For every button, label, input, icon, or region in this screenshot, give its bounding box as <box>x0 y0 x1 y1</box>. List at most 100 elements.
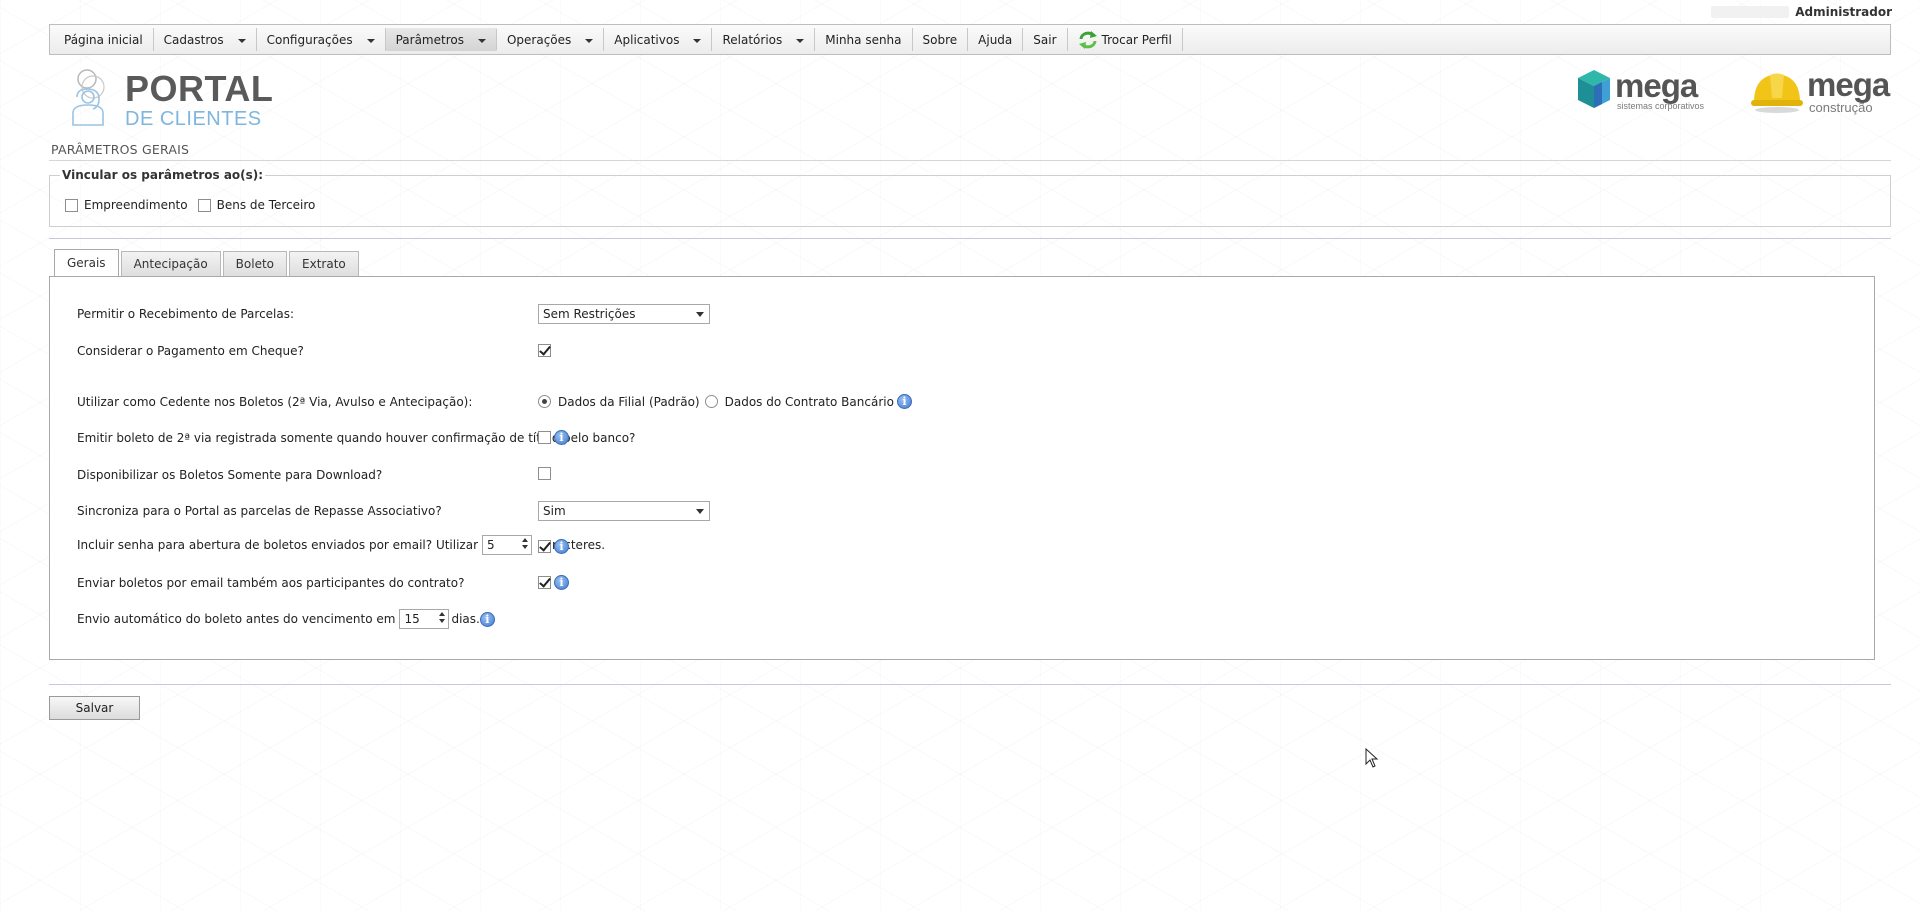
tab-panel-gerais: Permitir o Recebimento de Parcelas: Sem … <box>49 276 1875 660</box>
tab-extrato[interactable]: Extrato <box>289 251 359 276</box>
receive-installments-value: Sem Restrições <box>543 307 636 321</box>
password-length-value: 5 <box>487 538 495 552</box>
menu-sobre[interactable]: Sobre <box>913 28 969 51</box>
portal-logo-title: PORTAL <box>125 68 274 109</box>
user-avatar-placeholder <box>1711 6 1790 18</box>
info-icon[interactable]: i <box>554 539 569 554</box>
assignor-filial-label: Dados da Filial (Padrão) <box>558 394 700 409</box>
auto-send-suffix: dias. <box>451 612 480 626</box>
option-bens-de-terceiro[interactable]: Bens de Terceiro <box>197 198 316 212</box>
title-divider <box>49 160 1891 161</box>
assignor-contrato-radio[interactable] <box>704 395 718 408</box>
stepper-arrows-icon <box>439 612 446 623</box>
email-password-row: Incluir senha para abertura de boletos e… <box>77 535 605 555</box>
save-button[interactable]: Salvar <box>49 696 140 720</box>
menu-aplicativos[interactable]: Aplicativos <box>604 28 713 51</box>
second-copy-checkbox[interactable] <box>538 431 551 444</box>
menu-relatorios-label: Relatórios <box>722 32 783 47</box>
menu-cadastros-label: Cadastros <box>163 32 224 47</box>
chevron-down-icon <box>585 38 594 43</box>
bind-parameters-fieldset: Vincular os parâmetros ao(s): Empreendim… <box>49 168 1891 227</box>
bottom-divider <box>49 684 1891 685</box>
menu-operacoes-label: Operações <box>506 32 572 47</box>
menu-home-label: Página inicial <box>64 32 143 47</box>
menu-cadastros[interactable]: Cadastros <box>154 28 257 51</box>
check-payment-checkbox[interactable] <box>538 344 551 357</box>
chevron-down-icon <box>693 38 702 43</box>
mouse-pointer-icon <box>1365 748 1379 768</box>
receive-installments-label: Permitir o Recebimento de Parcelas: <box>77 307 295 321</box>
check-payment-label: Considerar o Pagamento em Cheque? <box>77 344 304 358</box>
swap-profile-icon <box>1078 30 1097 49</box>
auto-send-days-stepper[interactable]: 15 <box>399 609 450 629</box>
menu-trocar-perfil-label: Trocar Perfil <box>1101 32 1172 47</box>
chevron-down-icon <box>796 38 805 43</box>
tab-gerais[interactable]: Gerais <box>54 249 119 276</box>
auto-send-row: Envio automático do boleto antes do venc… <box>77 609 495 629</box>
menu-sair[interactable]: Sair <box>1023 28 1068 51</box>
tab-boleto[interactable]: Boleto <box>222 251 288 276</box>
menu-sobre-label: Sobre <box>922 32 958 47</box>
menu-configuracoes[interactable]: Configurações <box>257 28 386 51</box>
info-icon[interactable]: i <box>554 430 569 445</box>
chevron-down-icon <box>696 509 704 514</box>
menu-trocar-perfil[interactable]: Trocar Perfil <box>1068 28 1183 51</box>
menu-minha-senha-label: Minha senha <box>825 32 902 47</box>
menu-relatorios[interactable]: Relatórios <box>712 28 816 51</box>
chevron-down-icon <box>477 38 486 43</box>
helmet-icon <box>1751 73 1803 113</box>
menu-home[interactable]: Página inicial <box>54 28 154 51</box>
sync-portal-label: Sincroniza para o Portal as parcelas de … <box>77 504 442 518</box>
menu-ajuda[interactable]: Ajuda <box>968 28 1024 51</box>
menu-configuracoes-label: Configurações <box>266 32 353 47</box>
chevron-down-icon <box>366 38 375 43</box>
user-name: Administrador <box>1795 5 1892 19</box>
sync-portal-select[interactable]: Sim <box>538 501 710 521</box>
portal-clientes-logo: PORTAL DE CLIENTES <box>63 67 273 129</box>
download-only-label: Disponibilizar os Boletos Somente para D… <box>77 468 383 482</box>
info-icon[interactable]: i <box>479 611 495 627</box>
auto-send-label: Envio automático do boleto antes do venc… <box>77 612 396 626</box>
chevron-down-icon <box>696 312 704 317</box>
bind-parameters-legend: Vincular os parâmetros ao(s): <box>60 168 266 182</box>
email-password-label: Incluir senha para abertura de boletos e… <box>77 538 479 552</box>
email-password-checkbox[interactable] <box>538 540 551 553</box>
bens-de-terceiro-label: Bens de Terceiro <box>216 198 316 212</box>
password-length-stepper[interactable]: 5 <box>482 535 533 555</box>
mega-constr-word: mega <box>1807 66 1890 103</box>
empreendimento-label: Empreendimento <box>84 198 188 212</box>
receive-installments-select[interactable]: Sem Restrições <box>538 304 710 324</box>
tab-bar: Gerais Antecipação Boleto Extrato <box>54 249 359 276</box>
portal-logo-subtitle: DE CLIENTES <box>125 108 262 130</box>
main-menu: Página inicial Cadastros Configurações P… <box>49 24 1891 55</box>
user-bar: Administrador <box>1711 5 1892 19</box>
page-title: PARÂMETROS GERAIS <box>51 142 190 157</box>
mega-construcao-logo: mega construção <box>1750 66 1890 114</box>
chevron-down-icon <box>237 38 246 43</box>
menu-operacoes[interactable]: Operações <box>497 28 605 51</box>
assignor-label: Utilizar como Cedente nos Boletos (2ª Vi… <box>77 395 473 409</box>
email-participants-checkbox[interactable] <box>538 576 551 589</box>
info-icon[interactable]: i <box>554 575 569 590</box>
mega-corp-word: mega <box>1615 67 1698 104</box>
empreendimento-checkbox[interactable] <box>65 198 78 212</box>
mega-corporativos-logo: mega sistemas corporativos <box>1576 68 1704 112</box>
download-only-checkbox[interactable] <box>538 467 551 480</box>
assignor-filial-radio[interactable] <box>538 395 551 408</box>
section-divider <box>49 238 1891 239</box>
sync-portal-value: Sim <box>543 504 566 518</box>
tab-antecipacao[interactable]: Antecipação <box>120 251 221 276</box>
option-empreendimento[interactable]: Empreendimento <box>65 198 188 212</box>
menu-parametros[interactable]: Parâmetros <box>385 28 497 51</box>
mega-corp-tag: sistemas corporativos <box>1617 101 1705 111</box>
info-icon[interactable]: i <box>896 394 912 409</box>
bens-de-terceiro-checkbox[interactable] <box>197 198 211 212</box>
assignor-contrato-label: Dados do Contrato Bancário <box>724 394 894 409</box>
mega-cube-icon <box>1578 70 1610 108</box>
menu-minha-senha[interactable]: Minha senha <box>815 28 913 51</box>
auto-send-days-value: 15 <box>404 612 420 626</box>
menu-ajuda-label: Ajuda <box>978 32 1013 47</box>
stepper-arrows-icon <box>522 538 529 549</box>
menu-parametros-label: Parâmetros <box>395 32 464 47</box>
portal-person-icon <box>72 69 105 126</box>
